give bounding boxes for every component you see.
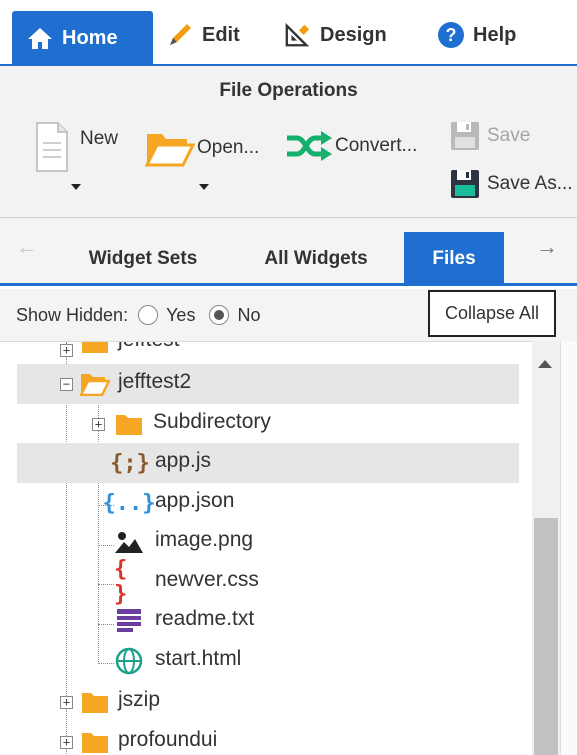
open-button[interactable]: Open... — [145, 124, 259, 172]
tree-expand-toggle[interactable]: + — [60, 736, 73, 749]
tab-home-label: Home — [62, 26, 118, 49]
tree-collapse-toggle[interactable]: − — [60, 378, 73, 391]
tree-item-image-png[interactable]: image.png — [0, 522, 530, 562]
javascript-file-icon: {;} — [110, 450, 150, 476]
open-folder-icon — [145, 128, 195, 168]
convert-shuffle-icon — [285, 131, 333, 161]
tree-item-jefftest2[interactable]: − jefftest2 — [17, 364, 519, 404]
tab-all-widgets[interactable]: All Widgets — [238, 232, 394, 286]
tab-files-label: Files — [432, 248, 476, 269]
ribbon-file-operations: File Operations New Open... Convert... S… — [0, 66, 577, 218]
home-icon — [26, 24, 54, 52]
tree-item-label: jefftest — [118, 342, 179, 352]
tree-item-label: Subdirectory — [153, 410, 271, 433]
tree-item-readme-txt[interactable]: readme.txt — [0, 601, 530, 641]
tab-files[interactable]: Files — [404, 232, 504, 286]
new-button-label: New — [80, 128, 119, 149]
folder-icon — [80, 728, 110, 755]
tree-scrollbar-thumb[interactable] — [534, 518, 558, 755]
panel-resize-grip[interactable] — [560, 341, 577, 755]
show-hidden-no-label: No — [237, 304, 261, 325]
scroll-tabs-left-arrow[interactable]: ← — [16, 234, 38, 260]
new-button[interactable]: New — [34, 116, 118, 178]
save-disk-icon — [449, 120, 481, 152]
tree-item-start-html[interactable]: start.html — [0, 641, 530, 681]
text-file-icon — [114, 607, 144, 635]
folder-icon — [80, 688, 110, 716]
image-file-icon — [114, 528, 144, 556]
tree-item-label: image.png — [155, 528, 254, 551]
scroll-tabs-right-arrow[interactable]: → — [536, 234, 558, 260]
tab-help-label: Help — [473, 23, 517, 46]
tab-help[interactable]: ? Help — [437, 10, 516, 60]
pencil-icon — [166, 21, 194, 49]
tree-item-label: jefftest2 — [118, 370, 192, 393]
save-as-button-label: Save As... — [487, 173, 573, 194]
tree-item-label: newver.css — [155, 568, 259, 591]
save-button[interactable]: Save — [449, 118, 530, 154]
tree-item-app-js[interactable]: {;} app.js — [17, 443, 519, 483]
html-globe-icon — [114, 647, 144, 675]
tab-all-widgets-label: All Widgets — [264, 248, 368, 269]
convert-button-label: Convert... — [335, 135, 418, 156]
tab-design-label: Design — [320, 23, 387, 46]
svg-text:?: ? — [446, 25, 457, 45]
open-button-label: Open... — [197, 137, 260, 158]
tree-expand-toggle[interactable]: + — [60, 344, 73, 357]
convert-button[interactable]: Convert... — [285, 128, 417, 164]
tab-edit-label: Edit — [202, 23, 240, 46]
collapse-all-button[interactable]: Collapse All — [428, 290, 556, 337]
tree-item-label: profoundui — [118, 728, 218, 751]
tree-item-label: readme.txt — [155, 607, 255, 630]
show-hidden-yes-radio[interactable] — [138, 305, 159, 325]
show-hidden-no-radio[interactable] — [209, 305, 230, 325]
tab-widget-sets[interactable]: Widget Sets — [56, 232, 230, 286]
widget-tab-strip: ← Widget Sets All Widgets Files → — [0, 218, 577, 286]
folder-icon — [80, 342, 110, 356]
tree-item-jefftest[interactable]: + jefftest — [0, 342, 530, 362]
tab-edit[interactable]: Edit — [166, 10, 240, 60]
collapse-all-label: Collapse All — [444, 303, 540, 323]
tab-design[interactable]: Design — [284, 10, 387, 60]
new-document-icon — [34, 121, 70, 173]
tree-item-profoundui[interactable]: + profoundui — [0, 722, 530, 755]
json-file-icon: {..} — [102, 490, 156, 516]
tab-widget-sets-label: Widget Sets — [88, 248, 198, 269]
tree-item-label: jszip — [118, 688, 161, 711]
new-dropdown-caret[interactable] — [71, 184, 81, 190]
show-hidden-yes-label: Yes — [166, 304, 196, 325]
ribbon-group-title: File Operations — [219, 80, 358, 101]
folder-icon — [114, 410, 144, 438]
folder-open-icon — [80, 370, 110, 398]
tree-expand-toggle[interactable]: + — [92, 418, 105, 431]
tree-expand-toggle[interactable]: + — [60, 696, 73, 709]
tree-item-newver-css[interactable]: { } newver.css — [0, 557, 530, 607]
help-icon: ? — [437, 21, 465, 49]
save-button-label: Save — [487, 125, 531, 146]
tree-item-app-json[interactable]: {..} app.json — [0, 483, 530, 523]
show-hidden-label: Show Hidden: — [16, 304, 129, 325]
tree-item-subdirectory[interactable]: + Subdirectory — [0, 404, 530, 444]
save-as-button[interactable]: Save As... — [449, 166, 573, 202]
open-dropdown-caret[interactable] — [199, 184, 209, 190]
tab-home[interactable]: Home — [12, 11, 153, 65]
tree-item-label: app.js — [155, 449, 212, 472]
css-file-icon: { } — [114, 557, 128, 607]
tree-item-label: start.html — [155, 647, 242, 670]
radio-selected-dot — [214, 310, 225, 320]
save-as-disk-icon — [449, 168, 481, 200]
scroll-up-arrow[interactable] — [538, 360, 552, 368]
main-menu-bar: Home Edit Design ? Help — [0, 0, 577, 66]
tree-item-label: app.json — [155, 489, 235, 512]
tree-item-jszip[interactable]: + jszip — [0, 682, 530, 722]
file-tree: + jefftest − jefftest2 + Subdirectory {;… — [0, 341, 577, 755]
design-ruler-icon — [284, 21, 312, 49]
